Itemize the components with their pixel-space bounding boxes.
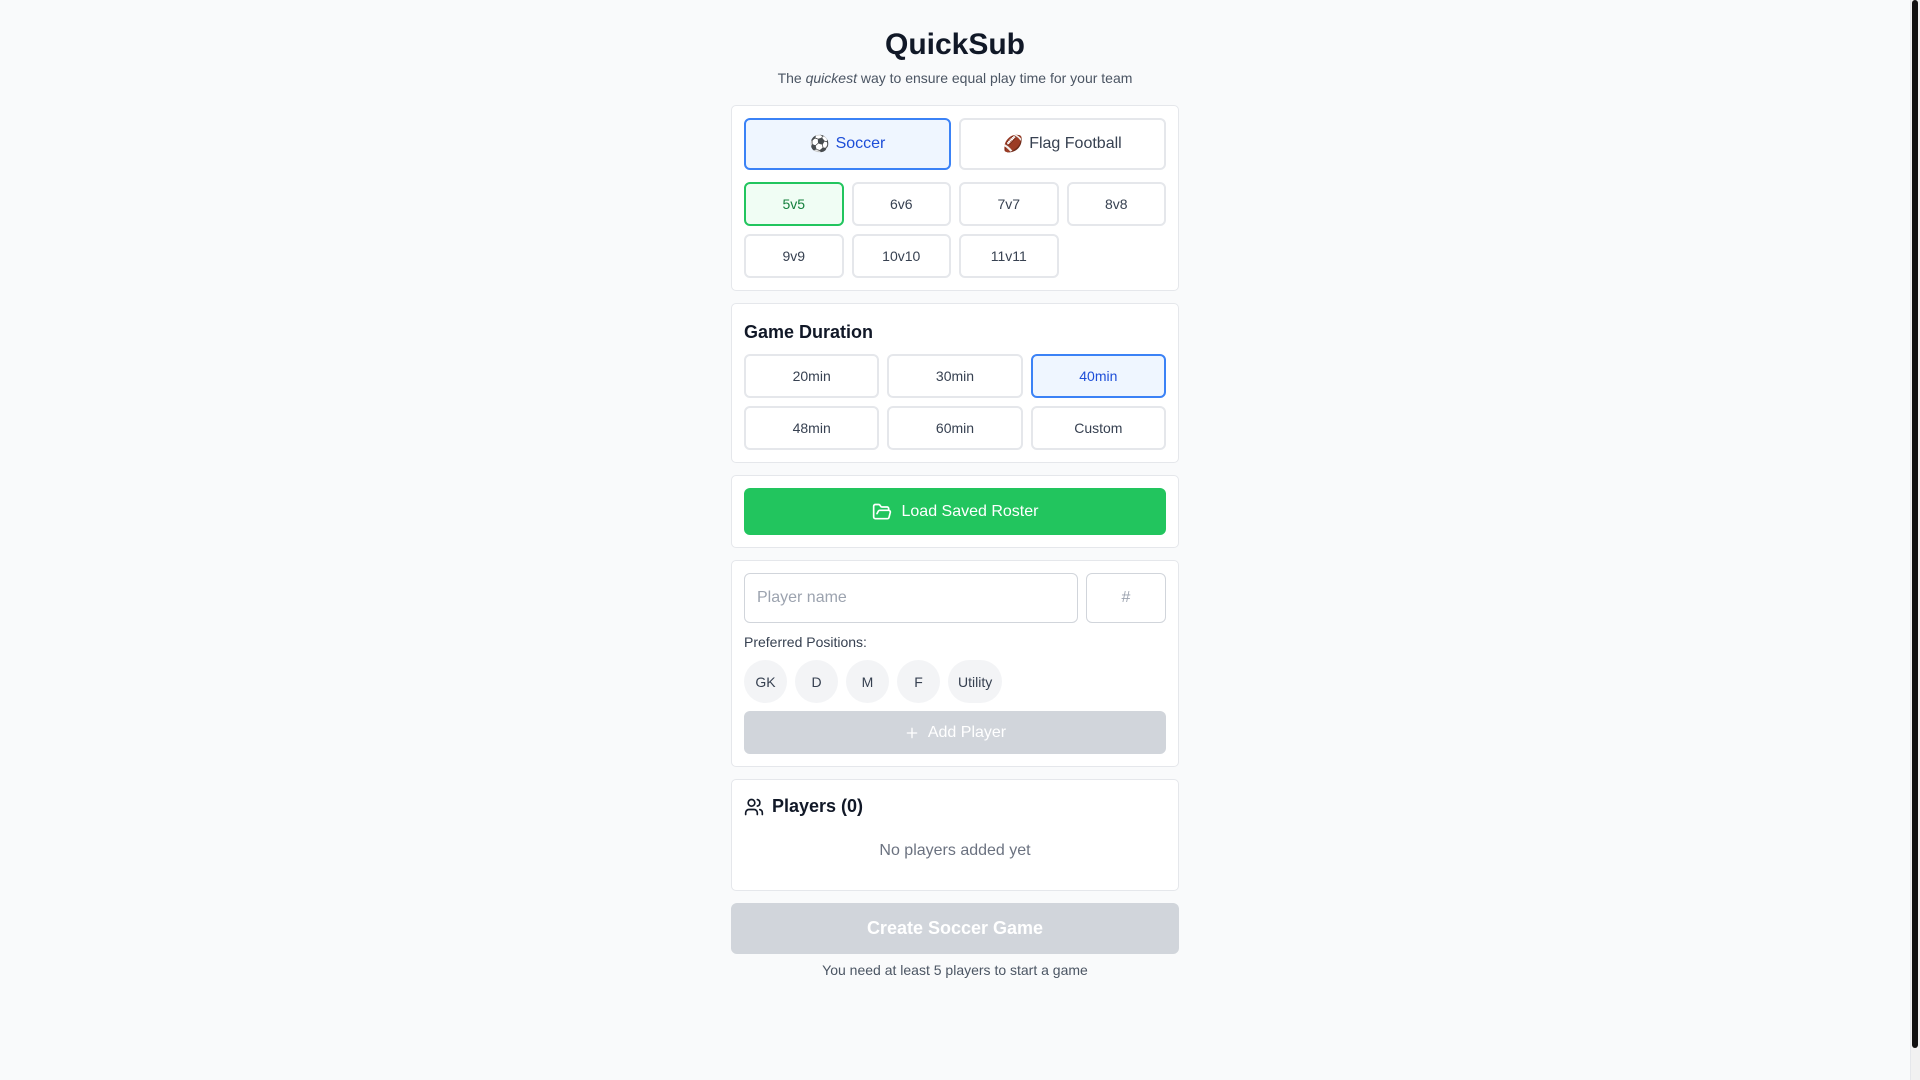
duration-selector: 20min 30min 40min 48min 60min Custom bbox=[744, 354, 1166, 450]
sport-button-flag-football[interactable]: 🏈 Flag Football bbox=[959, 118, 1166, 170]
position-chip-m[interactable]: M bbox=[846, 660, 889, 703]
players-card: Players (0) No players added yet bbox=[731, 779, 1179, 891]
subtitle-text-pre: The bbox=[777, 70, 806, 86]
app-subtitle: The quickest way to ensure equal play ti… bbox=[731, 68, 1179, 88]
format-button-8v8[interactable]: 8v8 bbox=[1066, 182, 1166, 226]
sport-selector: ⚽ Soccer 🏈 Flag Football bbox=[744, 118, 1166, 170]
create-game-button[interactable]: Create Soccer Game bbox=[731, 903, 1179, 954]
duration-button-40min[interactable]: 40min bbox=[1030, 354, 1166, 398]
subtitle-text-post: way to ensure equal play time for your t… bbox=[856, 70, 1133, 86]
format-button-11v11[interactable]: 11v11 bbox=[959, 234, 1059, 278]
app-title: QuickSub bbox=[884, 28, 1026, 61]
format-button-6v6[interactable]: 6v6 bbox=[851, 182, 951, 226]
add-player-button[interactable]: Add Player bbox=[744, 711, 1166, 754]
football-icon: 🏈 bbox=[1003, 136, 1024, 153]
users-icon bbox=[744, 797, 764, 817]
load-roster-label: Load Saved Roster bbox=[901, 502, 1039, 520]
sport-button-soccer[interactable]: ⚽ Soccer bbox=[744, 118, 951, 170]
players-header: Players (0) bbox=[744, 796, 1166, 817]
add-player-label: Add Player bbox=[927, 723, 1007, 741]
format-button-9v9[interactable]: 9v9 bbox=[744, 234, 844, 278]
player-name-input[interactable] bbox=[744, 573, 1078, 623]
players-title: Players (0) bbox=[772, 796, 864, 816]
subtitle-emphasis: quickest bbox=[805, 70, 857, 86]
duration-button-30min[interactable]: 30min bbox=[887, 354, 1023, 398]
player-number-input[interactable] bbox=[1086, 573, 1166, 623]
scrollbar-track[interactable] bbox=[1910, 0, 1920, 1080]
empty-players-message: No players added yet bbox=[879, 842, 1031, 859]
sport-label: Soccer bbox=[835, 135, 886, 152]
format-button-7v7[interactable]: 7v7 bbox=[959, 182, 1059, 226]
format-button-10v10[interactable]: 10v10 bbox=[851, 234, 951, 278]
position-chip-f[interactable]: F bbox=[897, 660, 940, 703]
soccer-ball-icon: ⚽ bbox=[809, 136, 830, 153]
plus-icon bbox=[904, 725, 920, 741]
add-player-card: Preferred Positions: GK D M F Utility Ad… bbox=[731, 560, 1179, 767]
load-roster-card: Load Saved Roster bbox=[731, 475, 1179, 548]
game-duration-title: Game Duration bbox=[744, 322, 874, 342]
position-chip-gk[interactable]: GK bbox=[744, 660, 787, 703]
format-selector: 5v5 6v6 7v7 8v8 9v9 10v10 11v11 bbox=[744, 182, 1166, 278]
position-selector: GK D M F Utility bbox=[744, 660, 1166, 703]
preferred-positions-label: Preferred Positions: bbox=[744, 634, 867, 650]
duration-button-48min[interactable]: 48min bbox=[744, 406, 880, 450]
position-chip-d[interactable]: D bbox=[795, 660, 838, 703]
position-chip-utility[interactable]: Utility bbox=[948, 660, 1003, 703]
scrollbar-thumb[interactable] bbox=[1912, 0, 1918, 1048]
folder-open-icon bbox=[872, 502, 892, 522]
format-button-5v5[interactable]: 5v5 bbox=[744, 182, 844, 226]
app-container: QuickSub The quickest way to ensure equa… bbox=[731, 0, 1179, 978]
load-saved-roster-button[interactable]: Load Saved Roster bbox=[744, 488, 1166, 535]
sport-format-card: ⚽ Soccer 🏈 Flag Football 5v5 6v6 7v7 8v8… bbox=[731, 105, 1179, 291]
header: QuickSub The quickest way to ensure equa… bbox=[731, 0, 1179, 88]
duration-button-60min[interactable]: 60min bbox=[887, 406, 1023, 450]
player-input-row bbox=[744, 573, 1166, 623]
duration-button-custom[interactable]: Custom bbox=[1030, 406, 1166, 450]
sport-label: Flag Football bbox=[1029, 135, 1122, 152]
duration-button-20min[interactable]: 20min bbox=[744, 354, 880, 398]
create-game-hint: You need at least 5 players to start a g… bbox=[822, 962, 1088, 978]
game-duration-card: Game Duration 20min 30min 40min 48min 60… bbox=[731, 303, 1179, 463]
